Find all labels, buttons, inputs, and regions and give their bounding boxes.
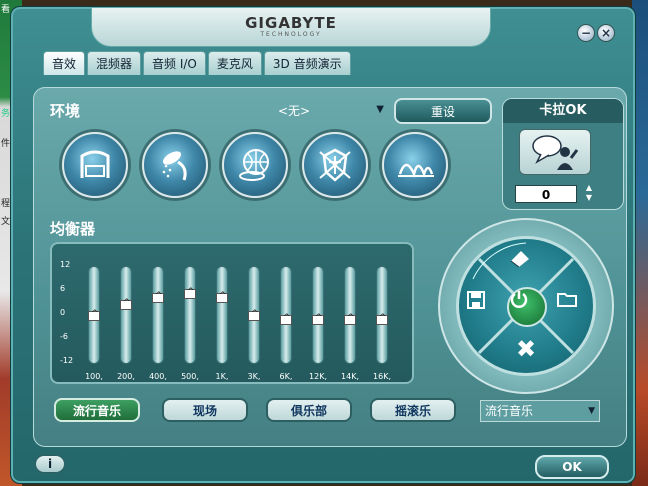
db-label-6: 6 bbox=[60, 284, 66, 293]
eraser-icon[interactable] bbox=[509, 249, 543, 277]
environment-presets bbox=[62, 132, 462, 198]
eq-slider-4[interactable] bbox=[184, 266, 196, 364]
eq-frequency-label: 14K, bbox=[341, 372, 359, 381]
eq-slider-thumb[interactable] bbox=[88, 309, 100, 321]
karaoke-panel: 卡拉OK 0 ▲ ▼ bbox=[502, 98, 624, 210]
karaoke-value[interactable]: 0 bbox=[515, 185, 577, 203]
ok-button[interactable]: OK bbox=[535, 455, 609, 479]
delete-icon[interactable]: ✖ bbox=[509, 335, 543, 363]
folder-icon[interactable] bbox=[557, 291, 585, 321]
eq-frequency-label: 3K, bbox=[247, 372, 261, 381]
db-label-12: 12 bbox=[60, 260, 71, 269]
eq-frequency-label: 100, bbox=[85, 372, 103, 381]
db-label-minus12: -12 bbox=[60, 356, 74, 365]
eq-frequency-label: 400, bbox=[149, 372, 167, 381]
environment-select[interactable]: <无> ▼ bbox=[204, 102, 384, 120]
tab-bar: 音效 混频器 音频 I/O 麦克风 3D 音频演示 bbox=[43, 51, 353, 75]
eq-slider-2[interactable] bbox=[120, 266, 132, 364]
brand-logo: GIGABYTE bbox=[245, 14, 337, 32]
eq-frequency-label: 200, bbox=[117, 372, 135, 381]
armor-icon[interactable] bbox=[302, 132, 368, 198]
eq-slider-10[interactable] bbox=[376, 266, 388, 364]
control-wheel-inner: ✖ bbox=[456, 236, 596, 376]
eq-slider-thumb[interactable] bbox=[120, 298, 132, 310]
environment-selected-value: <无> bbox=[277, 104, 311, 118]
equalizer-box: 12 6 0 -6 -12 100, 200, 400, 500, 1K, 3K, 6K, 1… bbox=[50, 242, 414, 384]
karaoke-spinner[interactable]: ▲ ▼ bbox=[583, 183, 595, 205]
chevron-down-icon: ▼ bbox=[588, 406, 595, 416]
eq-slider-9[interactable] bbox=[344, 266, 356, 364]
preset-live-button[interactable]: 现场 bbox=[162, 398, 248, 422]
save-icon[interactable] bbox=[467, 291, 495, 321]
eq-slider-thumb[interactable] bbox=[344, 313, 356, 325]
eq-slider-3[interactable] bbox=[152, 266, 164, 364]
eq-slider-thumb[interactable] bbox=[152, 291, 164, 303]
sphere-icon[interactable] bbox=[222, 132, 288, 198]
opera-house-icon[interactable] bbox=[382, 132, 448, 198]
karaoke-title: 卡拉OK bbox=[503, 99, 623, 123]
shower-icon[interactable] bbox=[142, 132, 208, 198]
eq-slider-6[interactable] bbox=[248, 266, 260, 364]
eq-slider-8[interactable] bbox=[312, 266, 324, 364]
eq-slider-thumb[interactable] bbox=[312, 313, 324, 325]
eq-frequency-label: 6K, bbox=[279, 372, 293, 381]
preset-pop-button[interactable]: 流行音乐 bbox=[54, 398, 140, 422]
spin-up-icon[interactable]: ▲ bbox=[583, 183, 595, 193]
equalizer-label: 均衡器 bbox=[50, 220, 96, 238]
reset-button[interactable]: 重设 bbox=[394, 98, 492, 124]
eq-slider-thumb[interactable] bbox=[280, 313, 292, 325]
power-button[interactable] bbox=[507, 287, 547, 327]
sound-effects-panel: 环境 <无> ▼ 重设 卡拉OK 0 ▲ ▼ 均衡器 12 6 0 -6 -12… bbox=[33, 87, 627, 447]
eq-frequency-label: 500, bbox=[181, 372, 199, 381]
eq-slider-7[interactable] bbox=[280, 266, 292, 364]
eq-frequency-label: 12K, bbox=[309, 372, 327, 381]
tab-microphone[interactable]: 麦克风 bbox=[207, 51, 262, 75]
eq-slider-5[interactable] bbox=[216, 266, 228, 364]
tab-sound-effects[interactable]: 音效 bbox=[43, 51, 86, 75]
eq-slider-thumb[interactable] bbox=[248, 309, 260, 321]
close-button[interactable]: × bbox=[597, 24, 615, 42]
control-wheel: ✖ bbox=[438, 218, 614, 394]
audio-manager-window: GIGABYTE TECHNOLOGY − × 音效 混频器 音频 I/O 麦克… bbox=[10, 6, 636, 484]
eq-slider-thumb[interactable] bbox=[216, 291, 228, 303]
spin-down-icon[interactable]: ▼ bbox=[583, 193, 595, 203]
eq-frequency-label: 1K, bbox=[215, 372, 229, 381]
preset-select[interactable]: 流行音乐 ▼ bbox=[480, 400, 600, 422]
karaoke-singer-icon bbox=[532, 135, 579, 170]
window-header: GIGABYTE TECHNOLOGY bbox=[91, 7, 491, 47]
eq-slider-thumb[interactable] bbox=[376, 313, 388, 325]
eq-frequency-label: 16K, bbox=[373, 372, 391, 381]
power-icon bbox=[510, 291, 528, 308]
brand-tagline: TECHNOLOGY bbox=[260, 31, 322, 38]
eq-slider-1[interactable] bbox=[88, 266, 100, 364]
tab-audio-io[interactable]: 音频 I/O bbox=[143, 51, 206, 75]
preset-club-button[interactable]: 俱乐部 bbox=[266, 398, 352, 422]
eq-slider-thumb[interactable] bbox=[184, 287, 196, 299]
environment-label: 环境 bbox=[50, 102, 81, 120]
minimize-button[interactable]: − bbox=[577, 24, 595, 42]
tab-3d-demo[interactable]: 3D 音频演示 bbox=[263, 51, 351, 75]
db-label-0: 0 bbox=[60, 308, 66, 317]
chevron-down-icon: ▼ bbox=[376, 104, 384, 115]
karaoke-button[interactable] bbox=[519, 129, 591, 175]
preset-rock-button[interactable]: 摇滚乐 bbox=[370, 398, 456, 422]
preset-selected-value: 流行音乐 bbox=[485, 404, 534, 418]
db-label-minus6: -6 bbox=[60, 332, 68, 341]
room-icon[interactable] bbox=[62, 132, 128, 198]
info-button[interactable]: i bbox=[35, 455, 65, 473]
tab-mixer[interactable]: 混频器 bbox=[87, 51, 142, 75]
